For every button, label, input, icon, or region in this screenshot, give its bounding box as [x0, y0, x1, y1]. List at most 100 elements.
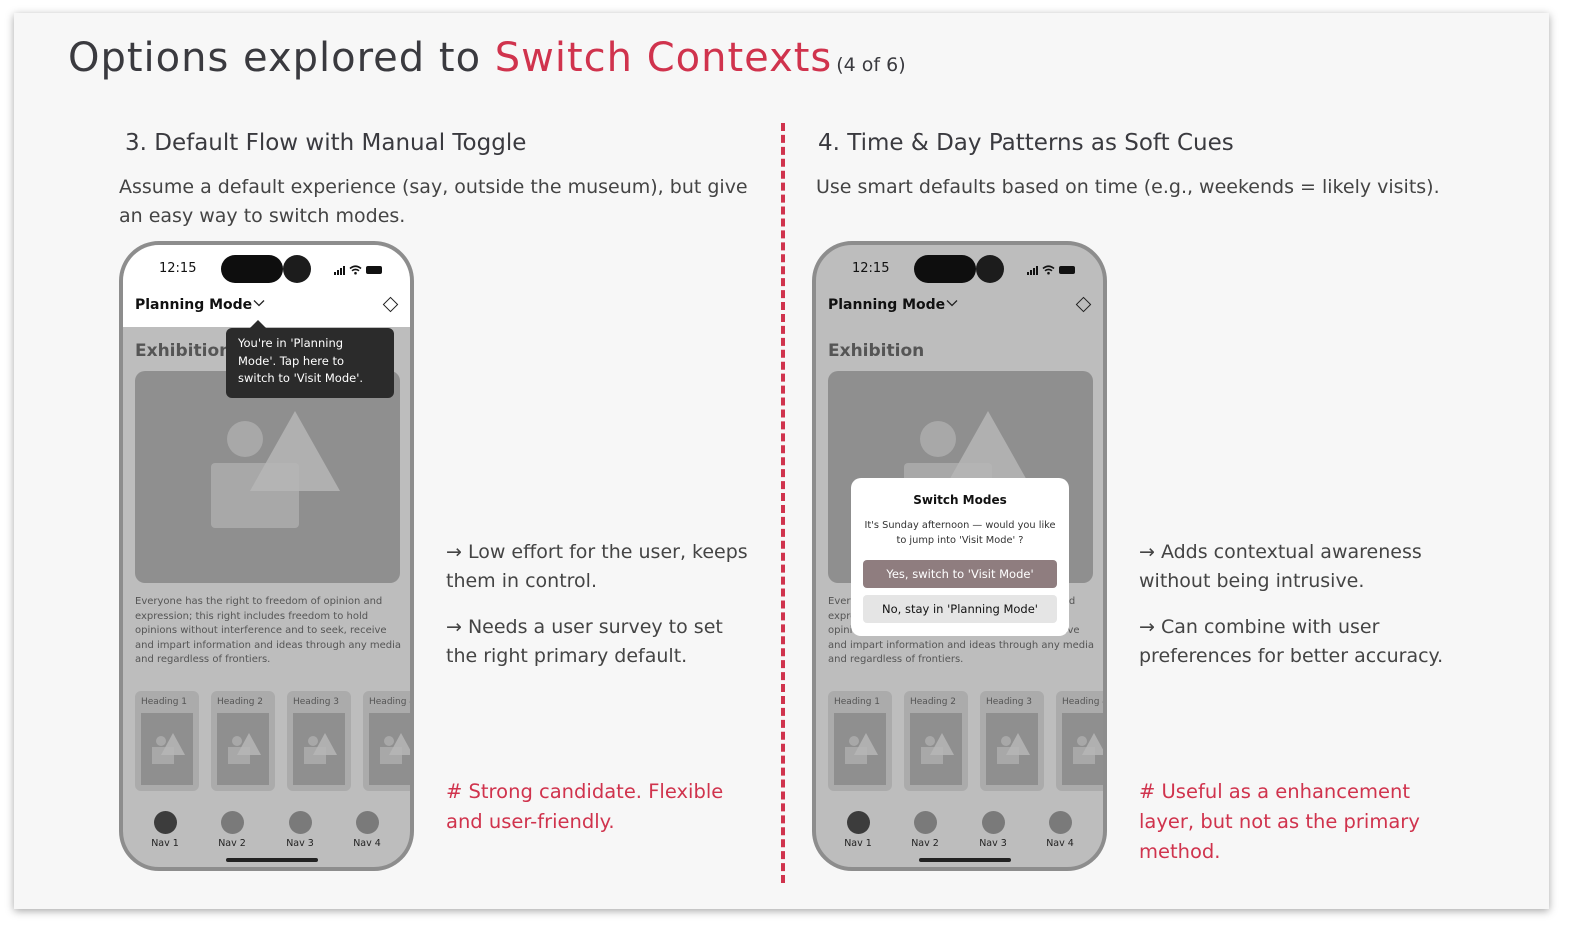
option-4-verdict: # Useful as a enhancement layer, but not…: [1139, 780, 1420, 863]
status-icons: [1027, 265, 1075, 275]
nav-label: Nav 3: [979, 838, 1007, 849]
image-placeholder-icon: [986, 713, 1038, 785]
signal-icon: [1027, 265, 1038, 275]
option-3-heading: 3. Default Flow with Manual Toggle: [125, 130, 527, 156]
diamond-icon[interactable]: [1075, 296, 1092, 313]
card-4[interactable]: Heading 4: [363, 691, 414, 791]
slide: Options explored to Switch Contexts (4 of…: [14, 13, 1549, 909]
image-placeholder-icon: [834, 713, 886, 785]
option-3-note-2: → Needs a user survey to set the right p…: [446, 616, 723, 667]
nav-item-3[interactable]: Nav 3: [973, 811, 1013, 849]
hero-image: [135, 371, 400, 583]
nav-label: Nav 4: [1046, 838, 1074, 849]
app-bar: Planning Mode: [123, 285, 410, 327]
switch-modes-dialog: Switch Modes It's Sunday afternoon — wou…: [851, 478, 1069, 636]
switch-to-visit-button[interactable]: Yes, switch to 'Visit Mode': [863, 560, 1057, 588]
option-3-note-1: → Low effort for the user, keeps them in…: [446, 541, 748, 592]
body-text: Everyone has the right to freedom of opi…: [135, 596, 402, 665]
nav-label: Nav 3: [286, 838, 314, 849]
nav-label: Nav 4: [353, 838, 381, 849]
card-2[interactable]: Heading 2: [211, 691, 275, 791]
option-4-note-2: → Can combine with user preferences for …: [1139, 616, 1444, 667]
option-3-description: Assume a default experience (say, outsid…: [119, 176, 748, 227]
nav-item-3[interactable]: Nav 3: [280, 811, 320, 849]
card-heading: Heading 4: [369, 697, 414, 707]
dialog-message: It's Sunday afternoon — would you like t…: [864, 520, 1056, 546]
card-heading: Heading 3: [293, 697, 340, 707]
status-time: 12:15: [159, 261, 197, 276]
nav-item-2[interactable]: Nav 2: [905, 811, 945, 849]
nav-icon: [913, 811, 937, 834]
option-4-heading: 4. Time & Day Patterns as Soft Cues: [818, 130, 1234, 156]
option-4-description: Use smart defaults based on time (e.g., …: [816, 176, 1440, 198]
card-row: Heading 1 Heading 2 Heading 3 Heading 4: [828, 691, 1107, 793]
card-3[interactable]: Heading 3: [980, 691, 1044, 791]
chevron-down-icon[interactable]: [946, 297, 958, 309]
nav-icon: [1048, 811, 1072, 834]
card-1[interactable]: Heading 1: [135, 691, 199, 791]
page-title: Options explored to Switch Contexts (4 of…: [68, 35, 906, 81]
nav-icon: [153, 811, 177, 834]
title-prefix: Options explored to: [68, 35, 495, 81]
phone-mockup-right: 12:15 Planning Mode Exhibition Everyone …: [812, 241, 1107, 871]
nav-label: Nav 1: [151, 838, 179, 849]
battery-icon: [1059, 266, 1075, 274]
phone-mockup-left: 12:15 Planning Mode Exhibition Everyone …: [119, 241, 414, 871]
card-heading: Heading 2: [217, 697, 264, 707]
nav-icon: [355, 811, 379, 834]
home-indicator: [919, 858, 1011, 862]
chevron-down-icon[interactable]: [253, 297, 265, 309]
image-placeholder-icon: [910, 713, 962, 785]
nav-item-4[interactable]: Nav 4: [347, 811, 387, 849]
mode-dropdown[interactable]: Planning Mode: [135, 297, 252, 313]
nav-icon: [220, 811, 244, 834]
image-placeholder-icon: [141, 713, 193, 785]
option-3-verdict: # Strong candidate. Flexible and user-fr…: [446, 780, 724, 833]
option-4-note-1: → Adds contextual awareness without bein…: [1139, 541, 1422, 592]
status-time: 12:15: [852, 261, 890, 276]
section-divider: [781, 123, 785, 883]
card-1[interactable]: Heading 1: [828, 691, 892, 791]
battery-icon: [366, 266, 382, 274]
section-title: Exhibition: [828, 341, 925, 361]
card-3[interactable]: Heading 3: [287, 691, 351, 791]
signal-icon: [334, 265, 345, 275]
card-heading: Heading 1: [834, 697, 881, 707]
diamond-icon[interactable]: [382, 296, 399, 313]
nav-item-2[interactable]: Nav 2: [212, 811, 252, 849]
card-heading: Heading 2: [910, 697, 957, 707]
status-icons: [334, 265, 382, 275]
card-heading: Heading 4: [1062, 697, 1107, 707]
nav-icon: [846, 811, 870, 834]
image-placeholder-icon: [211, 411, 340, 528]
image-placeholder-icon: [217, 713, 269, 785]
dynamic-island: [221, 255, 315, 283]
wifi-icon: [1042, 265, 1055, 275]
card-heading: Heading 3: [986, 697, 1033, 707]
card-4[interactable]: Heading 4: [1056, 691, 1107, 791]
nav-label: Nav 2: [218, 838, 246, 849]
image-placeholder-icon: [293, 713, 345, 785]
title-accent: Switch Contexts: [494, 35, 833, 81]
nav-label: Nav 1: [844, 838, 872, 849]
mode-dropdown[interactable]: Planning Mode: [828, 297, 945, 313]
dialog-title: Switch Modes: [913, 493, 1007, 507]
home-indicator: [226, 858, 318, 862]
nav-item-1[interactable]: Nav 1: [838, 811, 878, 849]
nav-icon: [981, 811, 1005, 834]
image-placeholder-icon: [1062, 713, 1103, 785]
stay-planning-button[interactable]: No, stay in 'Planning Mode': [863, 595, 1057, 623]
nav-icon: [288, 811, 312, 834]
nav-item-1[interactable]: Nav 1: [145, 811, 185, 849]
card-row: Heading 1 Heading 2 Heading 3 Heading 4: [135, 691, 414, 793]
mode-tooltip[interactable]: You're in 'Planning Mode'. Tap here to s…: [226, 320, 394, 398]
nav-item-4[interactable]: Nav 4: [1040, 811, 1080, 849]
card-2[interactable]: Heading 2: [904, 691, 968, 791]
nav-label: Nav 2: [911, 838, 939, 849]
app-bar: Planning Mode: [816, 285, 1103, 327]
slide-count: (4 of 6): [836, 54, 906, 76]
wifi-icon: [349, 265, 362, 275]
dynamic-island: [914, 255, 1008, 283]
card-heading: Heading 1: [141, 697, 188, 707]
section-title: Exhibition: [135, 341, 232, 361]
